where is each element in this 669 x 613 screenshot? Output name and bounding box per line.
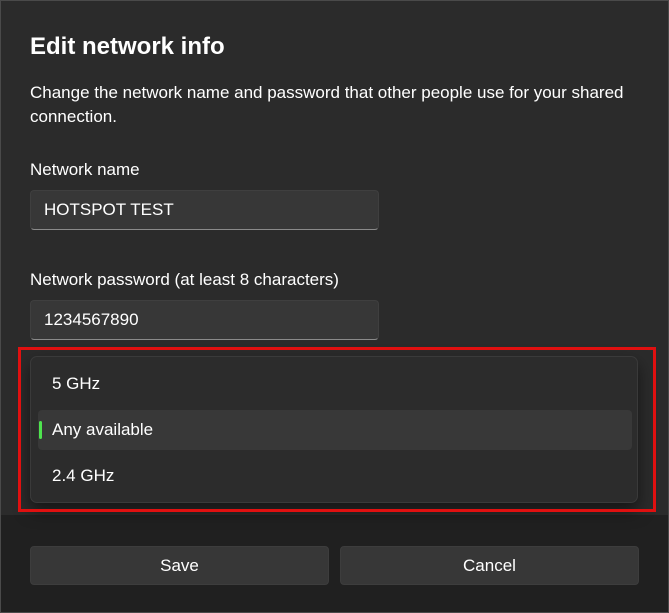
dialog-footer: Save Cancel xyxy=(1,515,668,612)
network-password-label: Network password (at least 8 characters) xyxy=(30,270,339,289)
band-option-5ghz[interactable]: 5 GHz xyxy=(38,364,632,404)
band-option-2-4ghz[interactable]: 2.4 GHz xyxy=(38,456,632,496)
dialog-description: Change the network name and password tha… xyxy=(30,83,624,126)
network-name-input[interactable]: HOTSPOT TEST xyxy=(30,190,379,230)
network-name-label: Network name xyxy=(30,160,140,179)
cancel-button[interactable]: Cancel xyxy=(340,546,639,585)
edit-network-dialog: Edit network info Change the network nam… xyxy=(0,0,669,613)
network-band-dropdown-list: 5 GHz Any available 2.4 GHz xyxy=(30,356,638,503)
save-button[interactable]: Save xyxy=(30,546,329,585)
network-password-input[interactable]: 1234567890 xyxy=(30,300,379,340)
band-option-any-available[interactable]: Any available xyxy=(38,410,632,450)
band-option-label: Any available xyxy=(52,420,154,439)
dialog-title: Edit network info xyxy=(30,33,225,60)
selection-indicator xyxy=(39,421,42,439)
